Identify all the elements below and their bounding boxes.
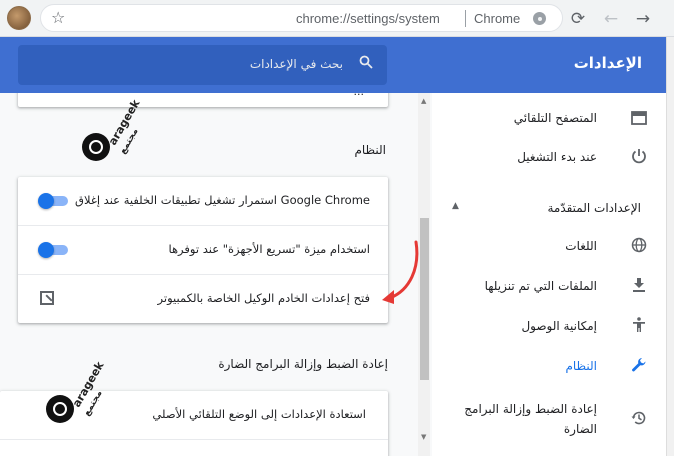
browser-icon: [628, 109, 650, 131]
download-icon: [628, 277, 650, 299]
sidebar-item-label: الملفات التي تم تنزيلها: [484, 279, 597, 293]
setting-row-background-apps[interactable]: استمرار تشغيل تطبيقات الخلفية عند إغلاق …: [18, 177, 388, 226]
card-top-text: ...: [354, 93, 365, 98]
forward-icon[interactable]: →: [632, 8, 654, 30]
sidebar-item-label: إعادة الضبط وإزالة البرامج: [464, 402, 597, 416]
back-icon[interactable]: ←: [600, 8, 622, 30]
setting-label: استمرار تشغيل تطبيقات الخلفية عند إغلاق …: [75, 193, 370, 207]
arageek-watermark: arageek مجتمع: [82, 97, 152, 167]
setting-row-hardware-acceleration[interactable]: استخدام ميزة "تسريع الأجهزة" عند توفرها: [18, 225, 388, 274]
history-icon: [628, 410, 650, 432]
sidebar-item-system[interactable]: النظام: [432, 349, 666, 387]
background-apps-toggle[interactable]: [38, 193, 68, 209]
globe-icon: [628, 237, 650, 259]
sidebar-item-downloads[interactable]: الملفات التي تم تنزيلها: [432, 269, 666, 307]
search-icon: [359, 54, 373, 73]
wrench-icon: [628, 357, 650, 379]
setting-label: فتح إعدادات الخادم الوكيل الخاصة بالكمبي…: [157, 291, 370, 305]
caret-up-icon[interactable]: ▲: [452, 201, 459, 211]
sidebar-item-label: المتصفح التلقائي: [513, 111, 597, 125]
profile-avatar[interactable]: [7, 6, 31, 30]
sidebar-item-label: النظام: [565, 359, 597, 373]
sidebar-item-accessibility[interactable]: إمكانية الوصول: [432, 309, 666, 347]
reset-section-heading: إعادة الضبط وإزالة البرامج الضارة: [218, 357, 388, 371]
advanced-heading[interactable]: الإعدادات المتقدّمة: [547, 201, 641, 215]
sidebar-item-label-line2: الضارة: [563, 422, 597, 436]
sidebar-item-languages[interactable]: اللغات: [432, 229, 666, 267]
browser-toolbar: ☆ chrome://settings/system Chrome ⟳ ← →: [0, 0, 674, 37]
arageek-logo-icon: [46, 395, 74, 423]
arageek-watermark: arageek مجتمع: [46, 359, 116, 429]
settings-sidebar: المتصفح التلقائي عند بدء التشغيل الإعداد…: [432, 93, 666, 456]
system-section-heading: النظام: [354, 143, 386, 157]
divider: [0, 439, 388, 440]
system-card: استمرار تشغيل تطبيقات الخلفية عند إغلاق …: [18, 177, 388, 323]
toggle-knob: [38, 242, 54, 258]
chrome-logo-icon: [533, 12, 546, 25]
star-icon[interactable]: ☆: [51, 8, 65, 28]
address-bar[interactable]: ☆ chrome://settings/system Chrome: [40, 4, 563, 32]
reload-icon[interactable]: ⟳: [567, 8, 589, 30]
power-icon: [628, 148, 650, 170]
browser-name: Chrome: [474, 11, 521, 26]
page-title: الإعدادات: [573, 54, 642, 72]
settings-header: بحث في الإعدادات الإعدادات: [0, 37, 666, 93]
settings-search[interactable]: بحث في الإعدادات: [18, 45, 387, 85]
sidebar-item-label: عند بدء التشغيل: [517, 150, 597, 164]
accessibility-icon: [628, 317, 650, 339]
url-text: chrome://settings/system: [296, 11, 440, 26]
scroll-up-arrow-icon[interactable]: ▲: [421, 97, 426, 105]
setting-row-proxy[interactable]: فتح إعدادات الخادم الوكيل الخاصة بالكمبي…: [18, 274, 388, 323]
search-placeholder: بحث في الإعدادات: [249, 57, 343, 71]
hardware-acceleration-toggle[interactable]: [38, 242, 68, 258]
arageek-logo-icon: [82, 133, 110, 161]
setting-label: استعادة الإعدادات إلى الوضع التلقائي الأ…: [152, 407, 366, 421]
sidebar-item-default-browser[interactable]: المتصفح التلقائي: [432, 101, 666, 139]
external-link-icon[interactable]: [40, 291, 54, 305]
window-scrollbar[interactable]: [666, 37, 674, 456]
url-separator: [465, 10, 466, 27]
setting-label: استخدام ميزة "تسريع الأجهزة" عند توفرها: [168, 242, 370, 256]
sidebar-item-on-startup[interactable]: عند بدء التشغيل: [432, 140, 666, 178]
annotation-arrow: [382, 240, 419, 304]
previous-section-card: ...: [18, 93, 388, 107]
toggle-knob: [38, 193, 54, 209]
scroll-down-arrow-icon[interactable]: ▼: [421, 433, 426, 441]
sidebar-item-label: إمكانية الوصول: [521, 319, 597, 333]
sidebar-item-reset[interactable]: إعادة الضبط وإزالة البرامج الضارة: [432, 396, 666, 442]
sidebar-item-label: اللغات: [565, 239, 597, 253]
